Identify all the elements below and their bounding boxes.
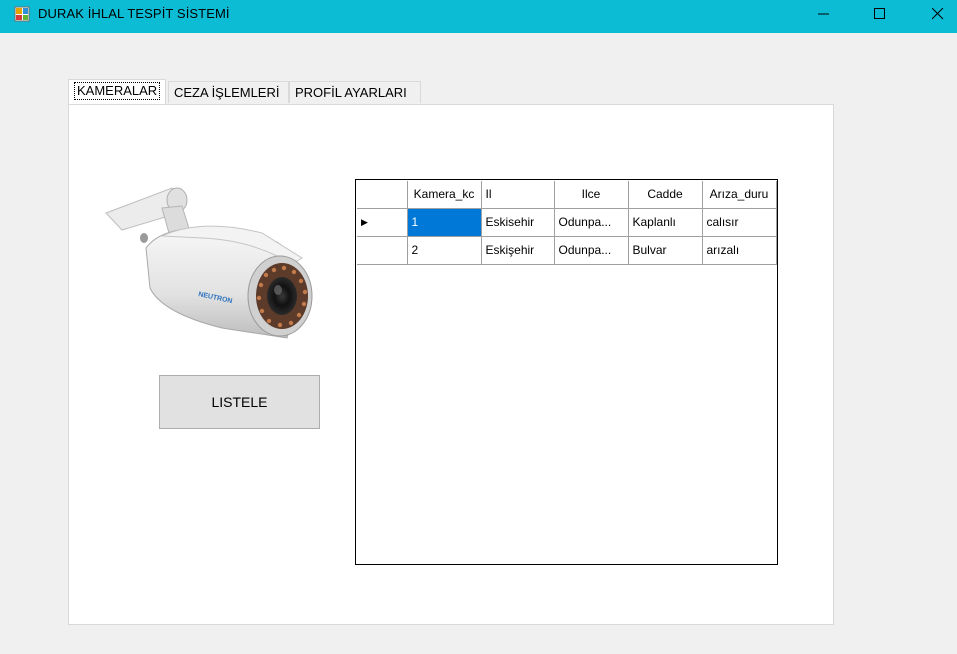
tab-label: PROFİL AYARLARI xyxy=(295,85,407,100)
table-cell[interactable]: Kaplanlı xyxy=(627,207,703,237)
column-header-ariza-durumu[interactable]: Arıza_duru xyxy=(701,181,777,209)
close-button[interactable] xyxy=(915,0,957,28)
title-bar: DURAK İHLAL TESPİT SİSTEMİ xyxy=(0,0,957,33)
security-camera-image: NEUTRON xyxy=(102,178,324,353)
table-header-row: Kamera_kc Il Ilce Cadde Arıza_duru xyxy=(357,181,777,209)
table-cell[interactable]: Eskisehir xyxy=(480,207,555,237)
listele-button[interactable]: LISTELE xyxy=(159,375,320,429)
table-cell[interactable]: calısır xyxy=(701,207,777,237)
table-cell[interactable]: Odunpa... xyxy=(553,235,629,265)
minimize-icon xyxy=(818,13,829,15)
window-title: DURAK İHLAL TESPİT SİSTEMİ xyxy=(38,6,230,21)
row-selector-icon[interactable]: ▶ xyxy=(357,207,408,237)
camera-table: Kamera_kc Il Ilce Cadde Arıza_duru ▶ 1 E… xyxy=(357,181,777,265)
app-window-icon xyxy=(14,6,30,22)
table-row[interactable]: ▶ 1 Eskisehir Odunpa... Kaplanlı calısır xyxy=(357,207,777,237)
tab-kameralar[interactable]: KAMERALAR xyxy=(68,79,166,104)
camera-data-grid[interactable]: Kamera_kc Il Ilce Cadde Arıza_duru ▶ 1 E… xyxy=(355,179,778,565)
tab-label: KAMERALAR xyxy=(74,82,161,100)
table-cell[interactable]: Bulvar xyxy=(627,235,703,265)
row-header-corner xyxy=(357,181,408,209)
row-selector[interactable] xyxy=(357,235,408,265)
column-header-cadde[interactable]: Cadde xyxy=(627,181,703,209)
maximize-icon xyxy=(874,8,885,19)
table-cell[interactable]: Eskişehir xyxy=(480,235,555,265)
column-header-kamera-kodu[interactable]: Kamera_kc xyxy=(406,181,482,209)
column-header-il[interactable]: Il xyxy=(480,181,555,209)
table-cell[interactable]: 1 xyxy=(406,207,482,237)
tab-ceza-islemleri[interactable]: CEZA İŞLEMLERİ xyxy=(168,81,289,103)
tab-label: CEZA İŞLEMLERİ xyxy=(174,85,280,100)
minimize-button[interactable] xyxy=(801,0,847,28)
table-cell[interactable]: 2 xyxy=(406,235,482,265)
table-cell[interactable]: Odunpa... xyxy=(553,207,629,237)
table-row[interactable]: 2 Eskişehir Odunpa... Bulvar arızalı xyxy=(357,235,777,265)
close-icon xyxy=(932,8,944,20)
column-header-ilce[interactable]: Ilce xyxy=(553,181,629,209)
table-cell[interactable]: arızalı xyxy=(701,235,777,265)
tab-profil-ayarlari[interactable]: PROFİL AYARLARI xyxy=(289,81,421,103)
maximize-button[interactable] xyxy=(857,0,903,28)
